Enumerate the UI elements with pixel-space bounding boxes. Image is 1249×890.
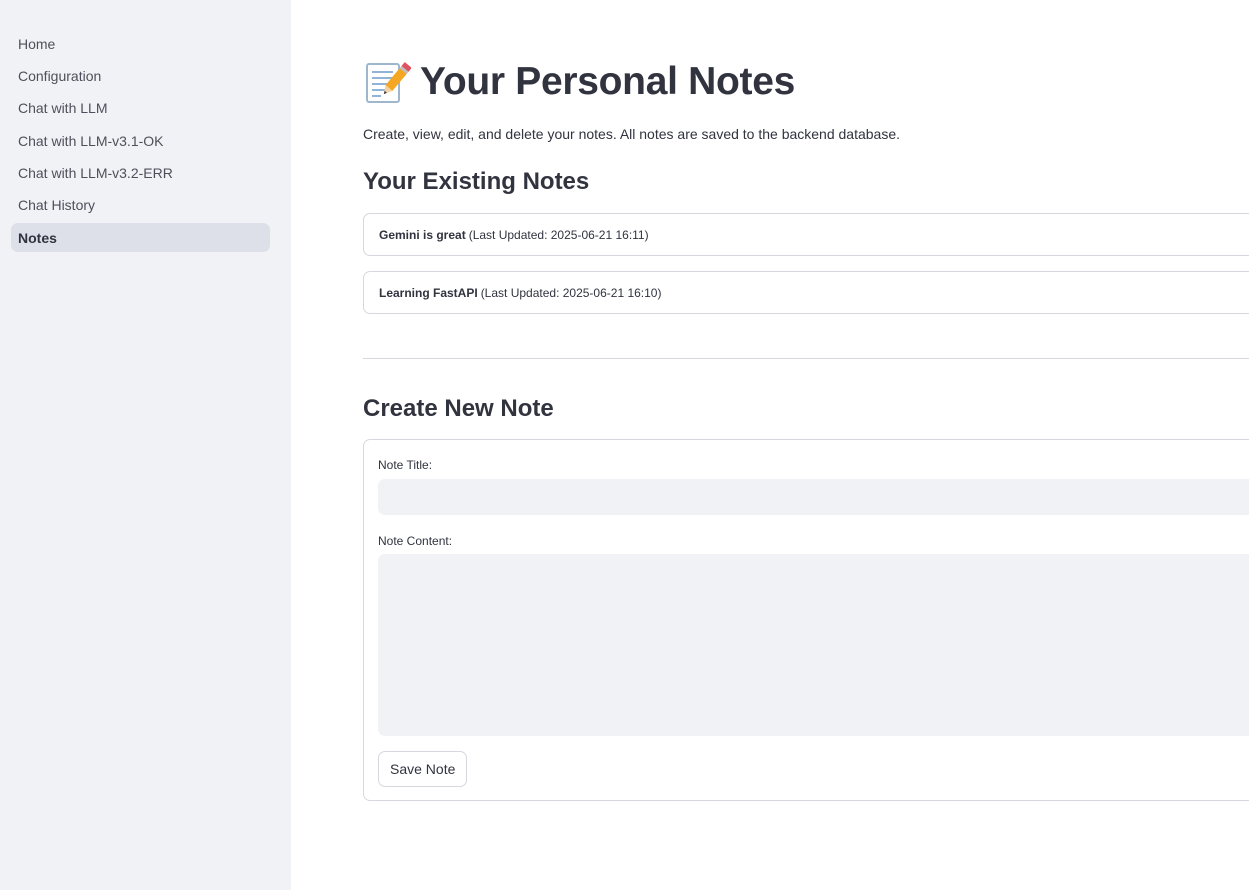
sidebar-item-label: Chat with LLM bbox=[18, 100, 108, 117]
note-title: Gemini is great bbox=[379, 227, 466, 242]
sidebar-item-label: Chat with LLM-v3.2-ERR bbox=[18, 165, 173, 182]
page-title: Your Personal Notes bbox=[363, 58, 795, 106]
note-last-updated: (Last Updated: 2025-06-21 16:10) bbox=[480, 285, 662, 300]
sidebar-item-notes[interactable]: Notes bbox=[11, 223, 270, 253]
save-note-button[interactable]: Save Note bbox=[378, 751, 468, 787]
existing-notes-heading: Your Existing Notes bbox=[363, 168, 590, 195]
main-content: Your Personal Notes Create, view, edit, … bbox=[363, 0, 1249, 890]
sidebar-item-label: Chat History bbox=[18, 197, 96, 214]
sidebar-nav: Home Configuration Chat with LLM Chat wi… bbox=[11, 29, 270, 256]
note-title-label: Note Title: bbox=[378, 458, 433, 472]
app: Home Configuration Chat with LLM Chat wi… bbox=[0, 0, 1249, 890]
divider bbox=[363, 358, 1249, 359]
create-note-heading: Create New Note bbox=[363, 395, 554, 422]
sidebar-item-chat-with-llm-v3-1-ok[interactable]: Chat with LLM-v3.1-OK bbox=[11, 126, 270, 155]
sidebar-item-configuration[interactable]: Configuration bbox=[11, 61, 270, 90]
sidebar-item-label: Home bbox=[18, 35, 56, 52]
page-title-text: Your Personal Notes bbox=[420, 60, 796, 103]
note-title-input[interactable] bbox=[378, 479, 1249, 515]
note-content-label: Note Content: bbox=[378, 534, 453, 548]
sidebar-item-label: Notes bbox=[18, 229, 57, 246]
note-content-textarea[interactable] bbox=[378, 554, 1249, 736]
sidebar-item-label: Configuration bbox=[18, 67, 102, 84]
sidebar-item-label: Chat with LLM-v3.1-OK bbox=[18, 132, 164, 149]
sidebar-item-chat-history[interactable]: Chat History bbox=[11, 191, 270, 220]
note-expander[interactable]: Learning FastAPI (Last Updated: 2025-06-… bbox=[363, 271, 1249, 314]
note-last-updated: (Last Updated: 2025-06-21 16:11) bbox=[468, 227, 649, 242]
sidebar-item-home[interactable]: Home bbox=[11, 29, 270, 58]
note-title: Learning FastAPI bbox=[379, 285, 478, 300]
note-expander[interactable]: Gemini is great (Last Updated: 2025-06-2… bbox=[363, 213, 1249, 256]
sidebar: Home Configuration Chat with LLM Chat wi… bbox=[0, 0, 291, 890]
page-subtitle: Create, view, edit, and delete your note… bbox=[363, 126, 901, 142]
sidebar-item-chat-with-llm-v3-2-err[interactable]: Chat with LLM-v3.2-ERR bbox=[11, 159, 270, 188]
create-note-form: Note Title: Note Content: Save Note bbox=[363, 439, 1249, 801]
sidebar-item-chat-with-llm[interactable]: Chat with LLM bbox=[11, 94, 270, 123]
memo-pencil-icon bbox=[363, 58, 412, 106]
